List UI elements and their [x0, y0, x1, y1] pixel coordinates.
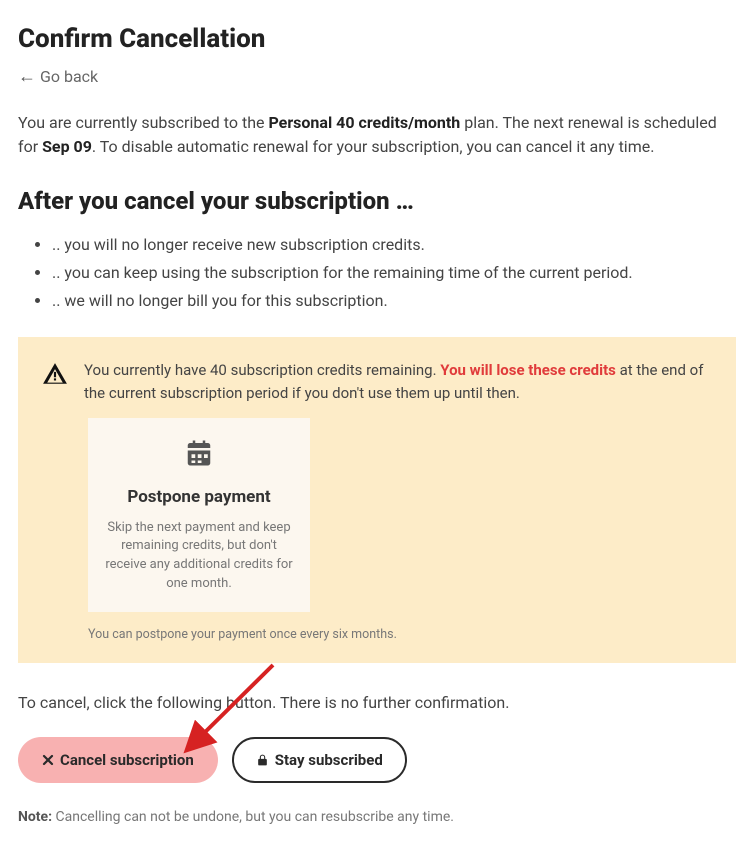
cancel-subscription-button[interactable]: Cancel subscription [18, 737, 218, 784]
arrow-left-icon: ← [18, 68, 36, 86]
cancel-instruction: To cancel, click the following button. T… [18, 691, 736, 715]
go-back-link[interactable]: ← Go back [18, 65, 98, 89]
warning-icon [42, 361, 68, 387]
after-cancel-heading: After you cancel your subscription … [18, 183, 736, 219]
list-item: .. we will no longer bill you for this s… [52, 289, 736, 313]
button-row: Cancel subscription Stay subscribed [18, 737, 736, 784]
postpone-desc: Skip the next payment and keep remaining… [102, 519, 296, 594]
intro-text: You are currently subscribed to the Pers… [18, 111, 736, 159]
credits-warning-text: You currently have 40 subscription credi… [84, 359, 712, 404]
lose-credits-warning: You will lose these credits [440, 361, 616, 379]
cancel-button-label: Cancel subscription [60, 749, 194, 772]
renewal-date: Sep 09 [42, 137, 92, 156]
postpone-note: You can postpone your payment once every… [88, 626, 712, 645]
calendar-icon [102, 438, 296, 475]
credits-warning-box: You currently have 40 subscription credi… [18, 337, 736, 663]
after-cancel-list: .. you will no longer receive new subscr… [18, 233, 736, 313]
stay-subscribed-button[interactable]: Stay subscribed [232, 737, 407, 784]
list-item: .. you can keep using the subscription f… [52, 261, 736, 285]
lock-icon [256, 753, 269, 767]
go-back-label: Go back [40, 65, 98, 89]
list-item: .. you will no longer receive new subscr… [52, 233, 736, 257]
postpone-title: Postpone payment [102, 485, 296, 511]
close-icon [42, 754, 54, 766]
footer-note: Note: Cancelling can not be undone, but … [18, 807, 736, 828]
page-title: Confirm Cancellation [18, 20, 736, 59]
plan-name: Personal 40 credits/month [268, 113, 460, 132]
postpone-payment-card[interactable]: Postpone payment Skip the next payment a… [88, 418, 310, 612]
stay-button-label: Stay subscribed [275, 749, 383, 772]
